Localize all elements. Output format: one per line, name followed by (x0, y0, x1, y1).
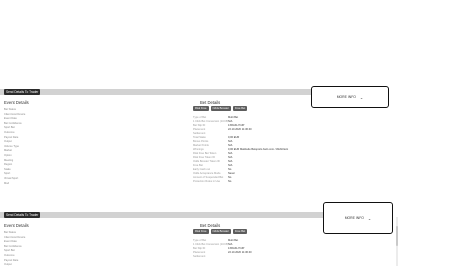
detail-value: N/A (228, 119, 233, 123)
detail-value: 0,00 EUR (228, 135, 240, 139)
detail-value: Multi Bet (228, 115, 239, 119)
detail-value: No (228, 167, 232, 171)
detail-value: 1XRAKLYNJP (228, 246, 245, 250)
detail-value: N/A (228, 151, 233, 155)
bet-chip-group: Risk Free Odds Booster Free Bet (193, 229, 248, 234)
detail-key: Winnings (193, 147, 204, 151)
detail-row: Protection Rules in Use No (193, 179, 288, 183)
detail-key: Free Bet (193, 163, 203, 167)
event-detail-label: Output (4, 263, 12, 267)
event-details-title: Event Details (4, 100, 29, 105)
event-detail-label: Mod (4, 181, 10, 185)
detail-key: Bet Slip ID (193, 246, 206, 250)
detail-key: 1 Click Bet Conversion (1CCB) (193, 119, 228, 123)
detail-key: Protection Rules in Use (193, 179, 221, 183)
detail-value: N/A (228, 155, 233, 159)
chevron-down-icon: ⌄ (359, 94, 364, 100)
bet-details-title: Bet Details (200, 100, 221, 105)
detail-value: 22.10.2020 11:36:40 (228, 127, 252, 131)
detail-row: Placement 22.10.2020 11:36:40 (193, 250, 252, 254)
detail-key: Bonus Points (193, 139, 209, 143)
detail-key: Market Points (193, 143, 209, 147)
event-details-title: Event Details (4, 223, 29, 228)
more-info-button[interactable]: MORE INFO ⌄ (311, 86, 389, 108)
detail-row: Settlement (193, 254, 252, 258)
detail-key: 1 Click Bet Conversion (1CCB) (193, 242, 228, 246)
event-details-list: Bet Status Client Host Device Event Date… (4, 108, 25, 186)
detail-value: No (228, 179, 232, 183)
detail-key: Total Stake (193, 135, 206, 139)
odds-booster-chip[interactable]: Odds Booster (210, 229, 231, 234)
send-details-to-trader-button[interactable]: Send Details To Trader (4, 212, 41, 218)
chevron-down-icon: ⌄ (367, 215, 372, 221)
risk-free-chip[interactable]: Risk Free (193, 106, 209, 111)
detail-key: Type of Bet (193, 115, 207, 119)
bet-details-title: Bet Details (200, 223, 221, 228)
detail-value: No (228, 175, 232, 179)
risk-free-chip[interactable]: Risk Free (193, 229, 209, 234)
scrollbar-thumb[interactable] (396, 226, 398, 246)
detail-key: Amount of Suspended Bet (193, 175, 224, 179)
detail-key: Risk Free Bet Token (193, 151, 217, 155)
detail-value: N/A (228, 163, 233, 167)
detail-key: Type of Bet (193, 238, 207, 242)
bet-details-table: Type of Bet Multi Bet 1 Click Bet Convers… (193, 115, 288, 183)
detail-key: Early Cash out (193, 167, 211, 171)
detail-row: Winnings 0,00 EUR Mattitude Betsports.bwi… (193, 147, 288, 151)
detail-value: N/A (228, 139, 233, 143)
detail-key: Placement (193, 127, 206, 131)
detail-key: Risk Free Token ID (193, 155, 216, 159)
event-details-list: Bet Status Client Host Device Event Date… (4, 231, 25, 268)
detail-value: N/A (228, 242, 233, 246)
more-info-button[interactable]: MORE INFO ⌄ (323, 202, 393, 234)
odds-booster-chip[interactable]: Odds Booster (210, 106, 231, 111)
detail-key: Placement (193, 250, 206, 254)
detail-value: N/A (228, 159, 233, 163)
detail-row: Bet Slip ID 1XRAKLYNJP (193, 246, 252, 250)
detail-key: Bet Slip ID (193, 123, 206, 127)
detail-value: N/A (228, 143, 233, 147)
more-info-label: MORE INFO (344, 216, 364, 220)
bet-details-table: Type of Bet Multi Bet 1 Click Bet Convers… (193, 238, 252, 258)
more-info-label: MORE INFO (336, 95, 356, 99)
detail-value: 1XRAKLYNJP (228, 123, 245, 127)
free-bet-chip[interactable]: Free Bet (232, 229, 248, 234)
detail-key: Odds Acceptance Mode (193, 171, 221, 175)
send-details-to-trader-button[interactable]: Send Details To Trader (4, 89, 41, 95)
detail-value: Multi Bet (228, 238, 239, 242)
bet-chip-group: Risk Free Odds Booster Free Bet (193, 106, 248, 111)
detail-value: 0,00 EUR Mattitude Betsports.bwin.com / … (228, 147, 289, 151)
detail-value: 22.10.2020 11:36:40 (228, 250, 252, 254)
detail-value: Never (228, 171, 235, 175)
detail-key: Settlement (193, 254, 206, 258)
free-bet-chip[interactable]: Free Bet (232, 106, 248, 111)
detail-key: Settlement (193, 131, 206, 135)
detail-key: Odds Booster Token ID (193, 159, 220, 163)
